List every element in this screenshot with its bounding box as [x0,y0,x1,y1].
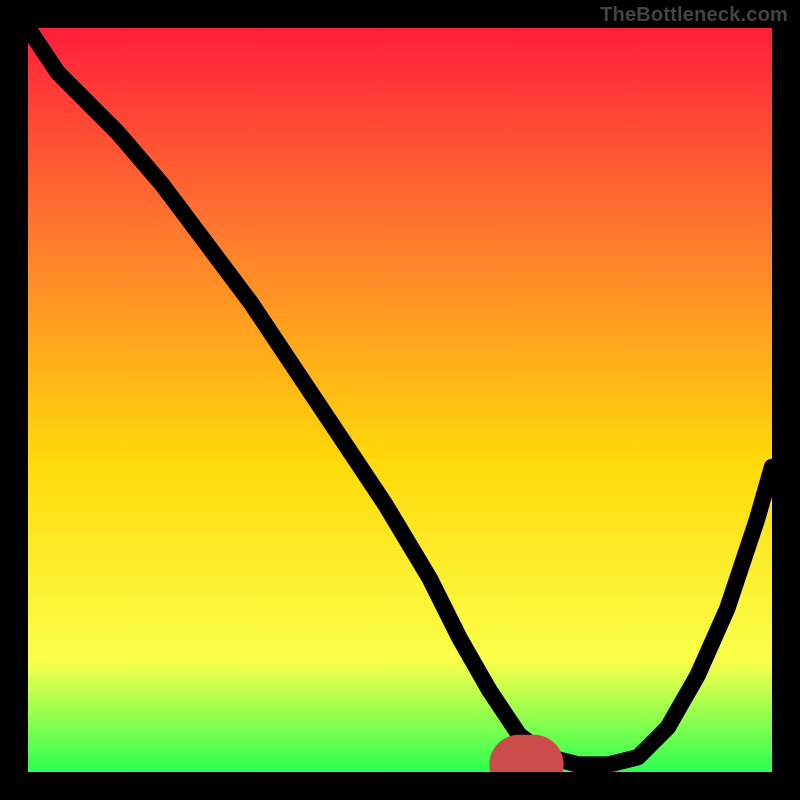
watermark-text: TheBottleneck.com [600,4,788,27]
gradient-background [28,28,772,772]
plot-area [28,28,772,772]
chart-stage: TheBottleneck.com [0,0,800,800]
plot-svg [28,28,772,772]
